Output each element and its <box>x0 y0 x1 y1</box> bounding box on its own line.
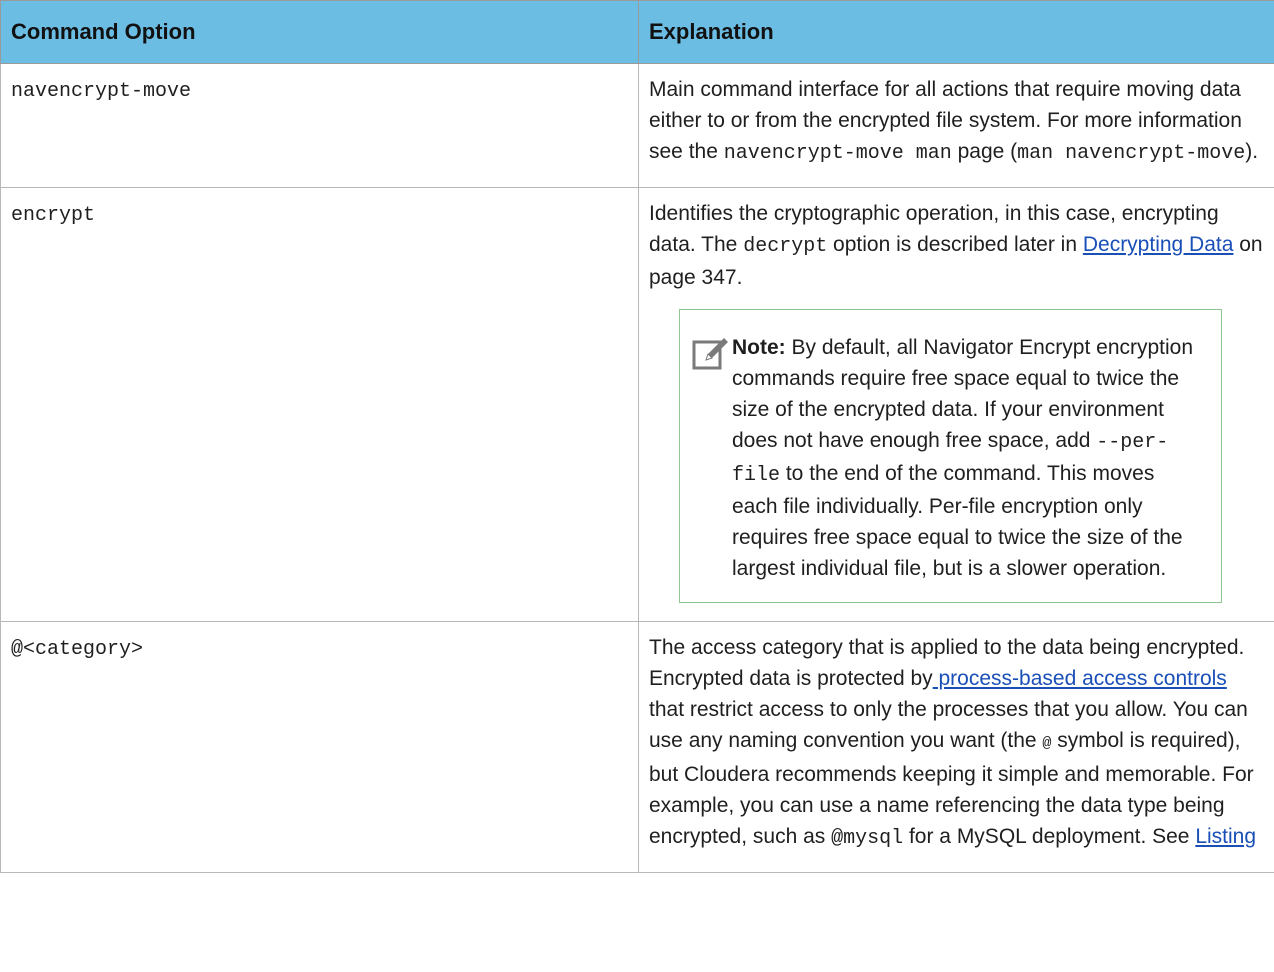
explanation-text: option is described later in <box>827 233 1083 256</box>
explanation-text: for a MySQL deployment. See <box>903 825 1196 848</box>
note-pencil-icon <box>692 338 728 370</box>
header-explanation: Explanation <box>638 0 1274 64</box>
option-cell: @<category> <box>0 621 639 873</box>
decrypting-data-link[interactable]: Decrypting Data <box>1083 233 1234 256</box>
table-row: @<category> The access category that is … <box>0 621 1274 873</box>
note-box: Note: By default, all Navigator Encrypt … <box>679 309 1222 603</box>
explanation-text: ). <box>1245 140 1259 163</box>
inline-code: @mysql <box>831 827 904 850</box>
inline-code: navencrypt-move man <box>723 142 952 165</box>
inline-code: decrypt <box>743 235 828 258</box>
explanation-cell: Identifies the cryptographic operation, … <box>638 187 1274 622</box>
explanation-cell: Main command interface for all actions t… <box>638 63 1274 188</box>
inline-code: man navencrypt-move <box>1017 142 1246 165</box>
table-row: encrypt Identifies the cryptographic ope… <box>0 187 1274 622</box>
explanation-text: page ( <box>951 140 1018 163</box>
header-command-option: Command Option <box>0 0 639 64</box>
option-cell: navencrypt-move <box>0 63 639 188</box>
note-label: Note: <box>732 336 786 359</box>
note-body: to the end of the command. This moves ea… <box>732 462 1183 580</box>
explanation-cell: The access category that is applied to t… <box>638 621 1274 873</box>
option-code: @<category> <box>11 638 144 661</box>
explanation-paragraph: Identifies the cryptographic operation, … <box>649 198 1264 293</box>
process-based-access-controls-link[interactable]: process-based access controls <box>933 667 1227 690</box>
table-header-row: Command Option Explanation <box>0 0 1274 64</box>
note-text: Note: By default, all Navigator Encrypt … <box>732 332 1197 584</box>
option-code: navencrypt-move <box>11 80 192 103</box>
listing-link[interactable]: Listing <box>1195 825 1256 848</box>
option-cell: encrypt <box>0 187 639 622</box>
command-options-table: Command Option Explanation navencrypt-mo… <box>0 0 1274 873</box>
option-code: encrypt <box>11 204 96 227</box>
table-row: navencrypt-move Main command interface f… <box>0 63 1274 188</box>
